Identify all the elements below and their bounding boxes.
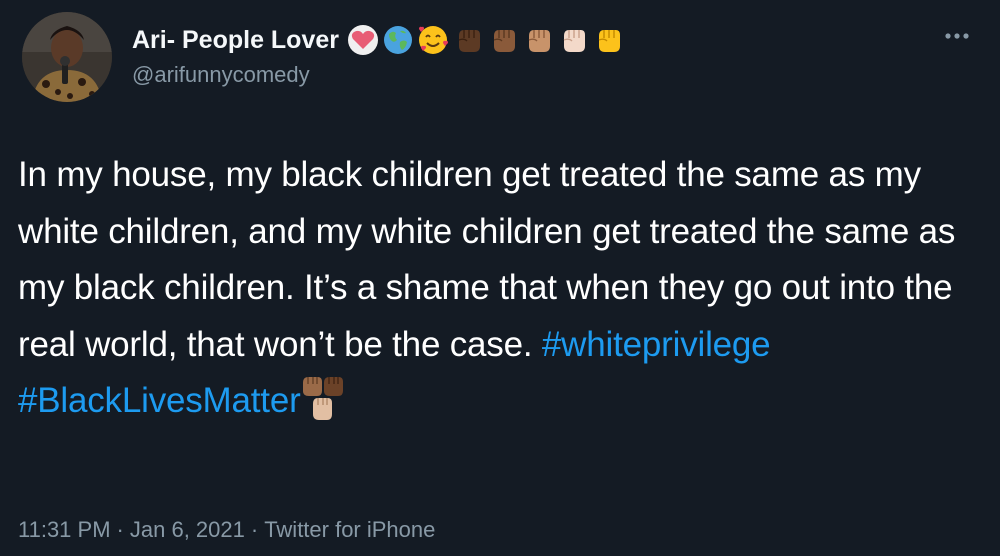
display-name[interactable]: Ari- People Lover xyxy=(132,26,339,55)
raised-fist-dark-emoji xyxy=(458,30,480,52)
raised-fist-medium-emoji xyxy=(528,30,550,52)
raised-fist-medium-dark-emoji xyxy=(493,30,515,52)
avatar-photo xyxy=(22,12,112,102)
globe-earth-emoji xyxy=(384,26,412,54)
more-dots-icon xyxy=(945,33,969,39)
tweet-date[interactable]: Jan 6, 2021 xyxy=(130,517,245,542)
tweet-meta: 11:31 PM · Jan 6, 2021 · Twitter for iPhone xyxy=(18,517,435,543)
meta-separator: · xyxy=(116,517,124,542)
tweet-text: In my house, my black children get treat… xyxy=(18,147,993,430)
hashtag-blacklivesmatter[interactable]: #BlackLivesMatter xyxy=(18,381,301,420)
tweet-time[interactable]: 11:31 PM xyxy=(18,517,111,542)
smiling-hearts-emoji xyxy=(419,26,448,54)
name-emojis xyxy=(347,24,624,56)
tweet-body: In my house, my black children get treat… xyxy=(18,155,956,364)
meta-separator: · xyxy=(250,517,259,542)
heart-emoji xyxy=(348,25,378,55)
user-header: Ari- People Lover @arifunnycomedy xyxy=(132,22,624,88)
tweet-source[interactable]: Twitter for iPhone xyxy=(264,517,435,542)
hashtag-whiteprivilege[interactable]: #whiteprivilege xyxy=(542,325,771,364)
raised-fist-yellow-emoji xyxy=(598,30,620,52)
raised-fist-light-emoji xyxy=(563,30,585,52)
more-options-button[interactable] xyxy=(942,26,972,46)
tweet-card: Ari- People Lover @arifunnycomedy In my … xyxy=(0,0,1000,556)
display-name-row: Ari- People Lover xyxy=(132,22,624,58)
avatar[interactable] xyxy=(22,12,112,102)
user-handle[interactable]: @arifunnycomedy xyxy=(132,62,624,88)
raised-fists-emoji xyxy=(302,377,343,420)
